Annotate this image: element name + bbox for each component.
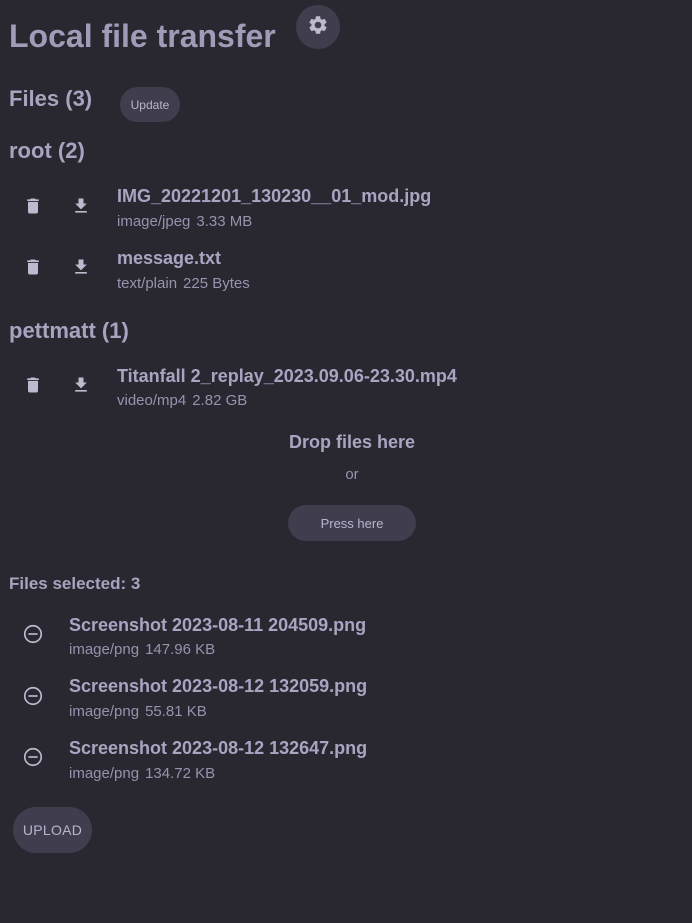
file-meta: text/plain 225 Bytes (117, 275, 250, 293)
file-name: Titanfall 2_replay_2023.09.06-23.30.mp4 (117, 366, 457, 386)
file-meta: video/mp4 2.82 GB (117, 392, 247, 410)
download-icon (71, 375, 91, 400)
file-size: 134.72 KB (145, 765, 216, 782)
remove-file-button[interactable] (17, 743, 49, 775)
file-type: image/png (69, 703, 140, 720)
download-button[interactable] (65, 253, 97, 285)
update-button[interactable]: Update (120, 87, 180, 122)
file-type: text/plain (117, 275, 178, 292)
download-icon (71, 196, 91, 221)
selected-file-meta: image/png 134.72 KB (69, 765, 215, 783)
gear-icon (307, 14, 329, 41)
selected-file-name: Screenshot 2023-08-11 204509.png (69, 615, 367, 635)
selected-file-name: Screenshot 2023-08-12 132059.png (69, 676, 368, 696)
settings-button[interactable] (296, 5, 340, 49)
file-size: 147.96 KB (145, 641, 216, 658)
dropzone-title: Drop files here (288, 432, 416, 452)
upload-button[interactable]: UPLOAD (13, 807, 92, 853)
press-here-button[interactable]: Press here (288, 505, 416, 541)
trash-icon (23, 196, 43, 221)
dropzone[interactable]: Drop files here (252, 432, 452, 453)
trash-icon (23, 257, 43, 282)
download-button[interactable] (65, 371, 97, 403)
selected-file-meta: image/png 55.81 KB (69, 703, 207, 721)
file-name: IMG_20221201_130230__01_mod.jpg (117, 186, 432, 206)
file-size: 55.81 KB (145, 703, 207, 720)
download-icon (71, 257, 91, 282)
selected-file-meta: image/png 147.96 KB (69, 641, 215, 659)
file-type: image/png (69, 641, 140, 658)
page-title: Local file transfer (9, 18, 276, 54)
selected-file-name: Screenshot 2023-08-12 132647.png (69, 738, 368, 758)
file-size: 2.82 GB (192, 392, 248, 409)
remove-file-button[interactable] (17, 682, 49, 714)
group-heading-root: root (2) (9, 138, 85, 163)
file-type: image/jpeg (117, 213, 191, 230)
app-root: Local file transfer Files (3) Update roo… (0, 0, 692, 923)
files-selected-label: Files selected: 3 (9, 574, 141, 593)
minus-circle-icon (22, 685, 44, 712)
file-type: video/mp4 (117, 392, 187, 409)
group-heading-pettmatt: pettmatt (1) (9, 318, 129, 343)
delete-button[interactable] (17, 253, 49, 285)
delete-button[interactable] (17, 371, 49, 403)
delete-button[interactable] (17, 192, 49, 224)
file-type: image/png (69, 765, 140, 782)
trash-icon (23, 375, 43, 400)
remove-file-button[interactable] (17, 620, 49, 652)
file-size: 3.33 MB (196, 213, 253, 230)
file-meta: image/jpeg 3.33 MB (117, 213, 252, 231)
files-heading: Files (3) (9, 86, 93, 111)
dropzone-or: or (345, 466, 359, 483)
file-name: message.txt (117, 248, 222, 268)
download-button[interactable] (65, 192, 97, 224)
file-size: 225 Bytes (183, 275, 250, 292)
minus-circle-icon (22, 746, 44, 773)
minus-circle-icon (22, 623, 44, 650)
